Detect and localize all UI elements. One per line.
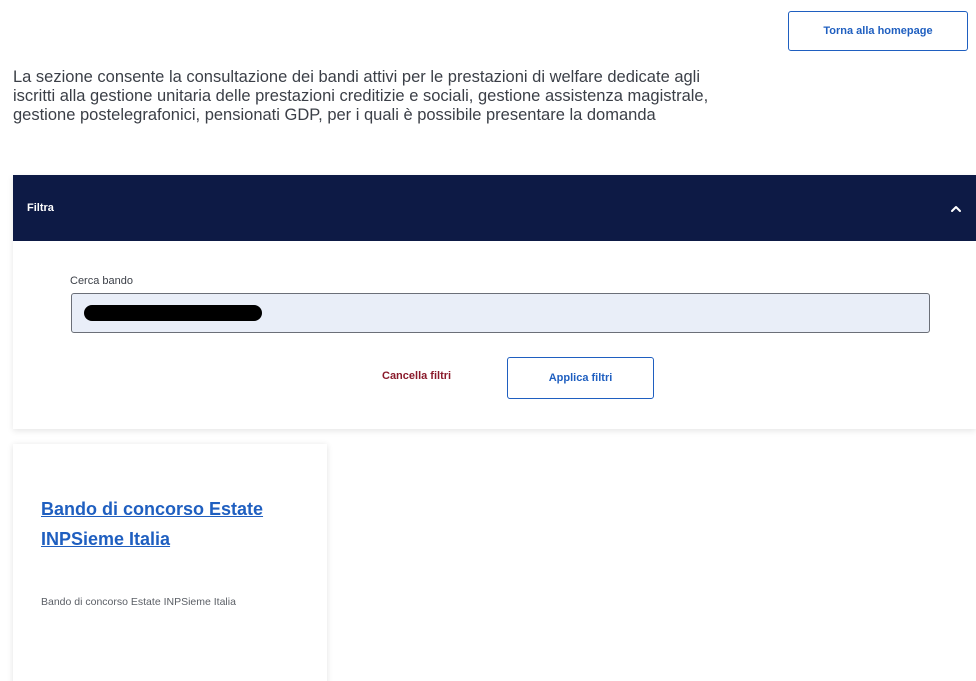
result-card-description: Bando di concorso Estate INPSieme Italia — [41, 596, 236, 608]
search-input[interactable] — [71, 293, 930, 333]
intro-text: La sezione consente la consultazione dei… — [13, 68, 709, 124]
result-card-title-link[interactable]: Bando di concorso Estate INPSieme Italia — [41, 494, 311, 554]
clear-filters-button[interactable]: Cancella filtri — [382, 370, 451, 382]
filter-panel: Filtra Cerca bando Cancella filtri Appli… — [13, 175, 976, 429]
page: Torna alla homepage La sezione consente … — [0, 0, 976, 681]
redacted-value — [84, 305, 262, 321]
filter-header[interactable]: Filtra — [13, 175, 976, 241]
home-button[interactable]: Torna alla homepage — [788, 11, 968, 51]
filter-title: Filtra — [27, 202, 54, 214]
apply-filters-button[interactable]: Applica filtri — [507, 357, 654, 399]
search-label: Cerca bando — [70, 275, 133, 287]
result-card: Bando di concorso Estate INPSieme Italia… — [13, 444, 327, 681]
chevron-up-icon[interactable] — [950, 202, 962, 214]
